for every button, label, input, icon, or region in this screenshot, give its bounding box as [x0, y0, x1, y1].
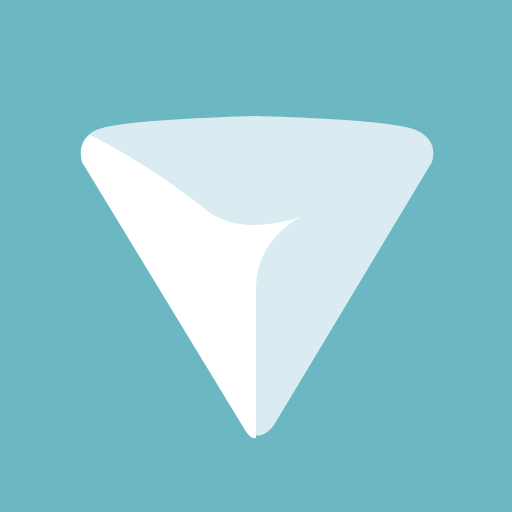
app-icon-canvas	[0, 0, 512, 512]
paper-plane-triangle-icon	[0, 0, 512, 512]
